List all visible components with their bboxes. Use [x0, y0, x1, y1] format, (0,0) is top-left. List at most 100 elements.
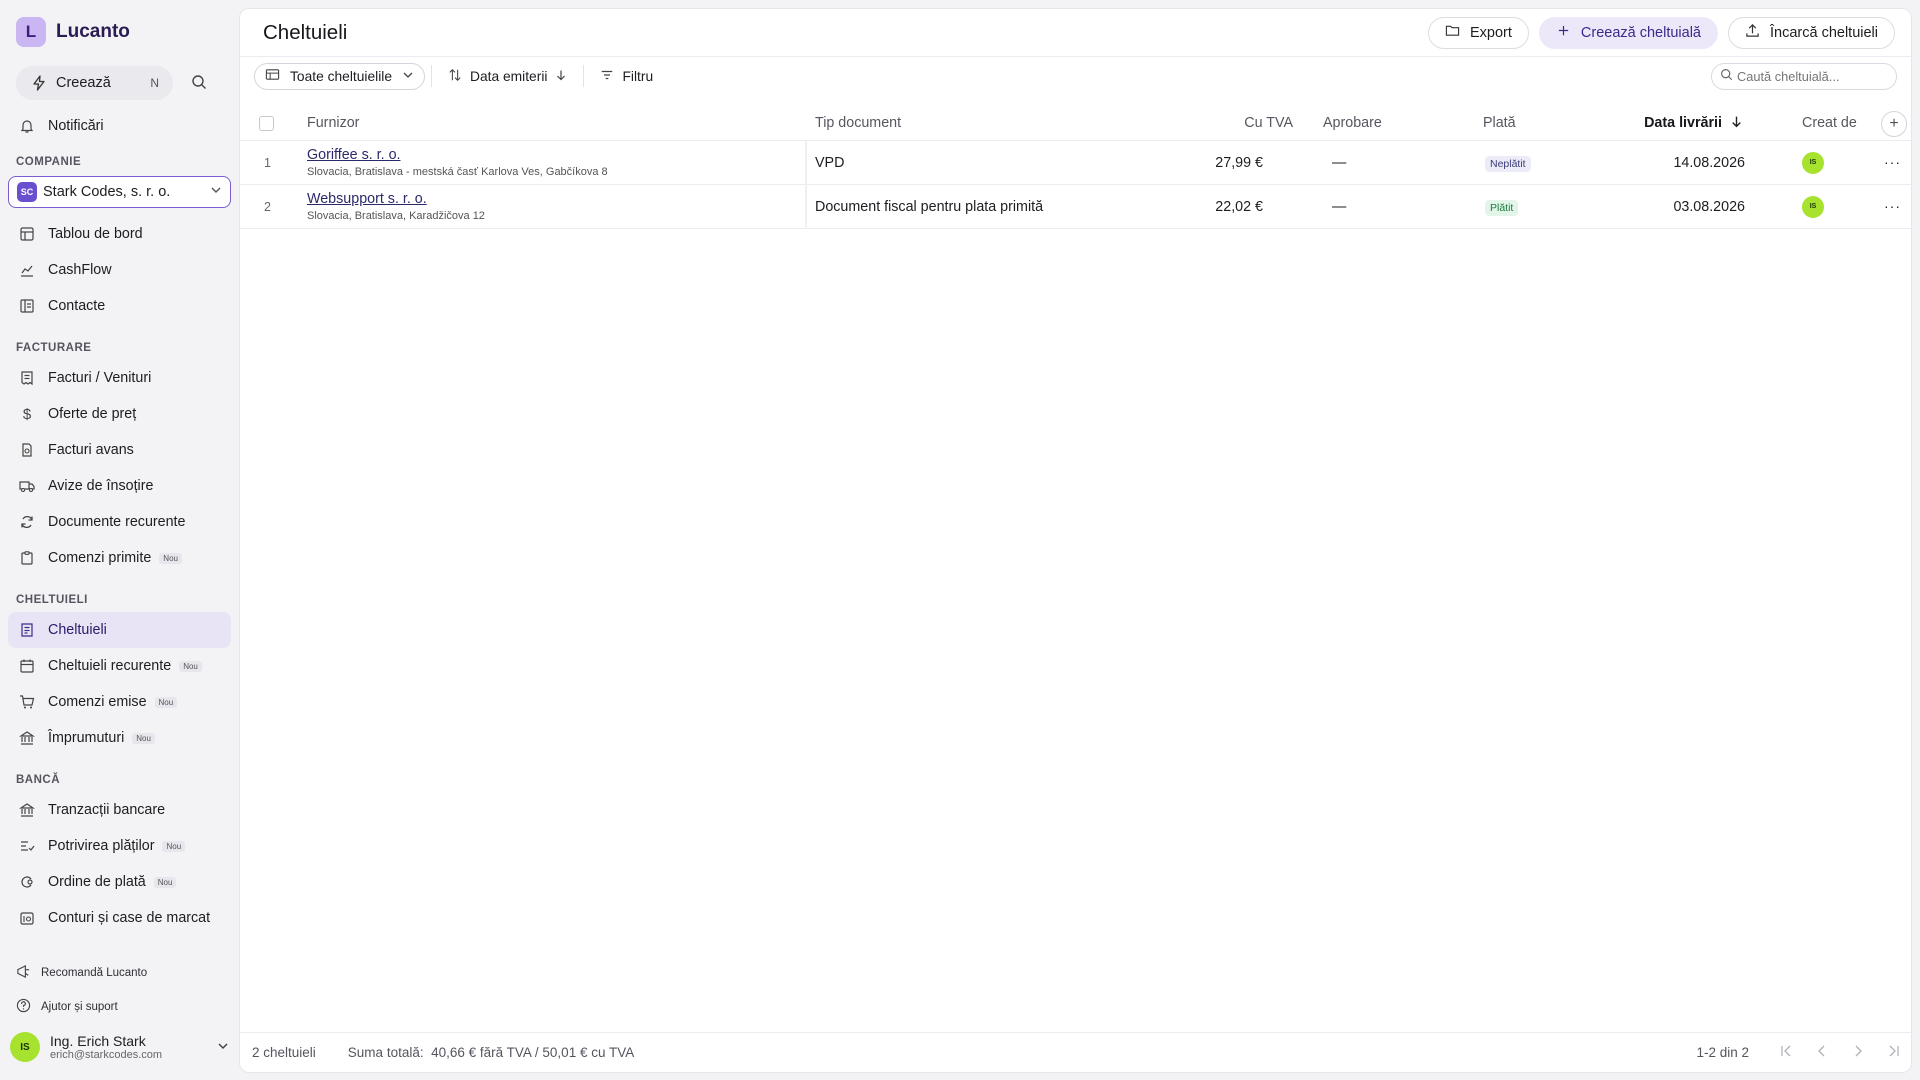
filter-button[interactable]: Filtru	[590, 63, 663, 90]
sidebar-item-recurring-documents[interactable]: Documente recurente	[8, 504, 231, 540]
section-label-billing: FACTURARE	[16, 342, 92, 354]
user-menu[interactable]: IS Ing. Erich Stark erich@starkcodes.com	[8, 1024, 231, 1070]
approval-cell: —	[1332, 198, 1347, 215]
status-badge: Neplătit	[1485, 155, 1531, 172]
search-input-wrapper[interactable]	[1711, 62, 1897, 90]
dollar-icon: $	[22, 405, 32, 423]
pagination	[1779, 1044, 1901, 1061]
view-select[interactable]: Toate cheltuielile	[254, 62, 426, 90]
with-vat-cell: 27,99 €	[1215, 154, 1263, 171]
sidebar-item-accounts-cash-registers[interactable]: Conturi și case de marcat	[8, 900, 231, 936]
column-header-with-vat[interactable]: Cu TVA	[1244, 115, 1293, 131]
sidebar-item-label: Contacte	[48, 298, 106, 314]
column-header-supplier[interactable]: Furnizor	[307, 115, 847, 131]
avatar: IS	[1802, 195, 1824, 218]
folder-icon	[1445, 23, 1460, 42]
search-button[interactable]	[185, 69, 213, 97]
sidebar-item-label: Potrivirea plăților	[48, 838, 155, 854]
sidebar-item-recurring-expenses[interactable]: Cheltuieli recurente Nou	[8, 648, 231, 684]
divider	[805, 141, 807, 185]
first-page-icon[interactable]	[1779, 1044, 1793, 1061]
sidebar-item-quotes[interactable]: $ Oferte de preț	[8, 396, 231, 432]
column-header-approval[interactable]: Aprobare	[1323, 115, 1382, 131]
filter-label: Filtru	[622, 68, 654, 84]
create-button[interactable]: Creează N	[16, 66, 173, 100]
help-link[interactable]: Ajutor și suport	[8, 990, 231, 1024]
sidebar-item-notifications[interactable]: Notificări	[8, 108, 231, 144]
clipboard-icon	[18, 549, 36, 567]
row-more-button[interactable]: ···	[1884, 154, 1901, 171]
select-all-checkbox[interactable]	[259, 115, 274, 131]
row-number: 2	[264, 199, 271, 214]
table-row[interactable]: 2 Websupport s. r. o. Slovacia, Bratisla…	[240, 185, 1911, 229]
sidebar-item-label: Ordine de plată	[48, 874, 146, 890]
plus-icon	[1556, 23, 1571, 42]
avatar: IS	[1802, 151, 1824, 174]
supplier-link[interactable]: Websupport s. r. o.	[307, 191, 847, 207]
arrow-down-icon	[555, 69, 567, 84]
upload-expenses-button[interactable]: Încarcă cheltuieli	[1728, 16, 1895, 49]
sort-icon	[448, 68, 462, 85]
sidebar-item-label: Documente recurente	[48, 514, 186, 530]
sidebar-item-bank-transactions[interactable]: Tranzacții bancare	[8, 792, 231, 828]
more-horizontal-icon: ···	[1884, 198, 1901, 214]
new-badge: Nou	[153, 876, 177, 888]
sidebar-item-expenses[interactable]: Cheltuieli	[8, 612, 231, 648]
company-switcher[interactable]: SC Stark Codes, s. r. o.	[8, 176, 231, 208]
supplier-address: Slovacia, Bratislava - mestská časť Karl…	[307, 166, 608, 178]
next-page-icon[interactable]	[1851, 1044, 1865, 1061]
search-input[interactable]	[1737, 68, 1887, 84]
section-label-company: COMPANIE	[16, 156, 82, 168]
search-icon	[1720, 68, 1733, 84]
last-page-icon[interactable]	[1887, 1044, 1901, 1061]
recommend-link[interactable]: Recomandă Lucanto	[8, 956, 231, 990]
sort-button[interactable]: Data emiterii	[438, 63, 577, 90]
column-header-payment[interactable]: Plată	[1483, 115, 1516, 131]
divider	[583, 65, 585, 87]
upload-expenses-label: Încarcă cheltuieli	[1770, 24, 1878, 41]
column-header-created-by[interactable]: Creat de	[1802, 115, 1857, 131]
sidebar-item-received-orders[interactable]: Comenzi primite Nou	[8, 540, 231, 576]
sidebar: L Lucanto Creează N Notificări COMPANIE …	[0, 0, 239, 1080]
table-view-icon	[265, 67, 280, 85]
sidebar-item-label: Conturi și case de marcat	[48, 910, 211, 926]
dashboard-icon	[18, 225, 36, 243]
lucanto-logo-icon[interactable]: L	[16, 17, 46, 47]
supplier-link[interactable]: Goriffee s. r. o.	[307, 147, 847, 163]
add-column-button[interactable]: +	[1881, 111, 1907, 137]
recurring-icon	[18, 513, 36, 531]
sidebar-item-payment-matching[interactable]: Potrivirea plăților Nou	[8, 828, 231, 864]
chevron-down-icon	[217, 1039, 229, 1055]
sidebar-item-cashflow[interactable]: CashFlow	[8, 252, 231, 288]
section-label-expenses: CHELTUIELI	[16, 594, 88, 606]
truck-icon	[18, 477, 36, 495]
row-more-button[interactable]: ···	[1884, 198, 1901, 215]
new-badge: Nou	[132, 732, 155, 744]
sidebar-item-payment-orders[interactable]: Ordine de plată Nou	[8, 864, 231, 900]
sidebar-item-loans[interactable]: Împrumuturi Nou	[8, 720, 231, 756]
create-expense-button[interactable]: Creează cheltuială	[1538, 16, 1718, 49]
chevron-down-icon	[402, 69, 414, 84]
chevron-down-icon	[210, 184, 222, 200]
divider	[805, 185, 807, 229]
export-button[interactable]: Export	[1427, 16, 1529, 49]
sidebar-item-label: Cheltuieli recurente	[48, 658, 172, 674]
sidebar-item-delivery-notes[interactable]: Avize de însoțire	[8, 468, 231, 504]
sidebar-item-issued-orders[interactable]: Comenzi emise Nou	[8, 684, 231, 720]
column-header-doc-type[interactable]: Tip document	[815, 115, 901, 131]
payment-order-icon	[18, 873, 36, 891]
sidebar-item-advance-invoices[interactable]: Facturi avans	[8, 432, 231, 468]
help-icon	[16, 998, 31, 1016]
filter-icon	[600, 68, 614, 85]
more-horizontal-icon: ···	[1884, 154, 1901, 170]
sidebar-item-contacts[interactable]: Contacte	[8, 288, 231, 324]
calendar-recurring-icon	[18, 657, 36, 675]
prev-page-icon[interactable]	[1815, 1044, 1829, 1061]
export-label: Export	[1469, 24, 1512, 41]
sidebar-item-dashboard[interactable]: Tablou de bord	[8, 216, 231, 252]
sidebar-item-invoices[interactable]: Facturi / Venituri	[8, 360, 231, 396]
table-row[interactable]: 1 Goriffee s. r. o. Slovacia, Bratislava…	[240, 141, 1911, 185]
expenses-table: Furnizor Tip document Cu TVA Aprobare Pl…	[240, 106, 1911, 229]
arrow-down-icon	[1730, 115, 1743, 132]
column-header-delivery-date[interactable]: Data livrării	[1644, 115, 1743, 132]
